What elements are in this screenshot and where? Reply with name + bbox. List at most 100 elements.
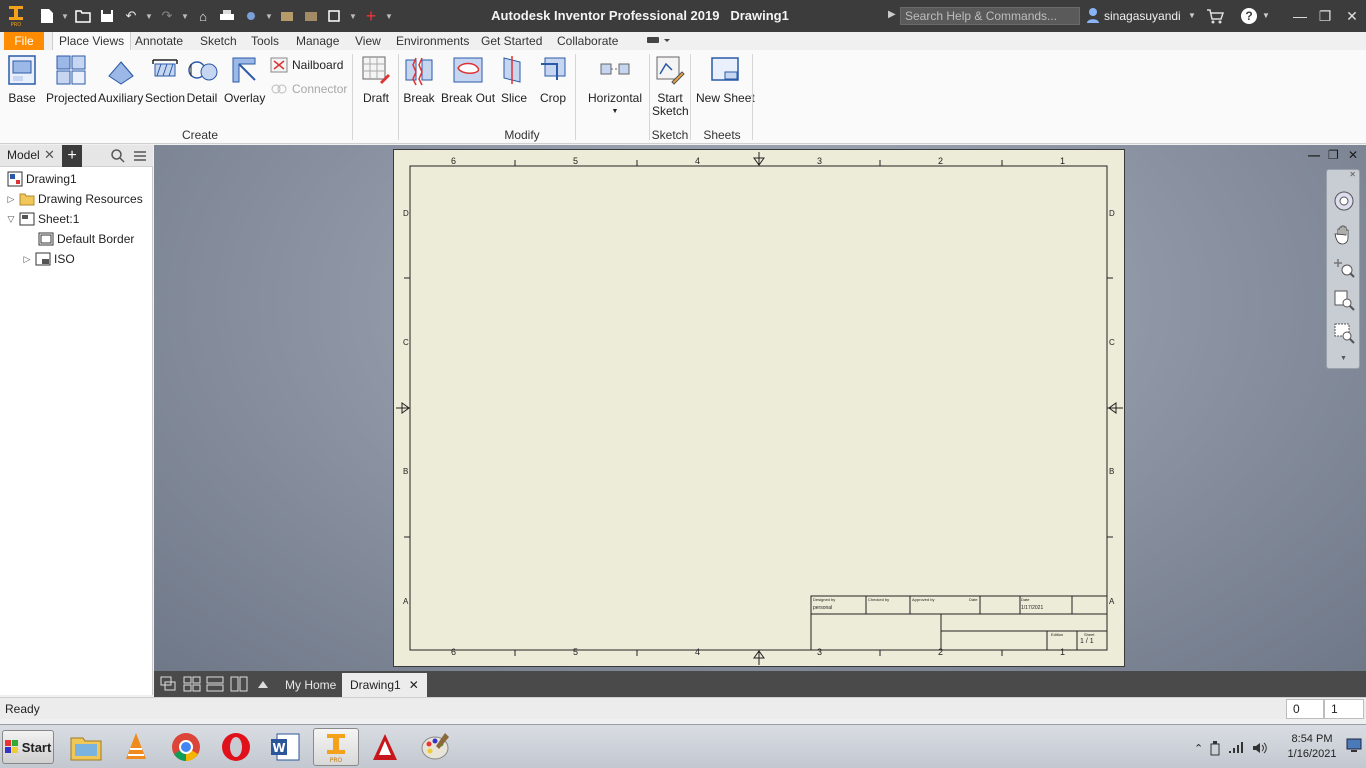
new-sheet-button[interactable]: New Sheet [696,54,755,105]
close-icon[interactable]: ✕ [1349,170,1356,179]
auxiliary-view-button[interactable]: Auxiliary [98,54,143,105]
tile-horizontal-icon[interactable] [206,676,224,692]
parameters-icon[interactable] [300,6,322,26]
close-icon[interactable]: ✕ [1348,148,1358,162]
taskbar-file-explorer[interactable] [63,728,109,766]
base-view-button[interactable]: Base [6,54,38,105]
search-input[interactable]: Search Help & Commands... [900,7,1080,25]
taskbar-inventor[interactable]: PRO [313,728,359,766]
measure-icon[interactable] [324,6,346,26]
tile-vertical-icon[interactable] [230,676,248,692]
tab-tools[interactable]: Tools [245,32,285,50]
chevron-down-icon[interactable]: ▼ [1188,0,1196,32]
help-icon[interactable]: ? [1241,8,1257,24]
chevron-down-icon[interactable]: ▼ [612,105,619,118]
overlay-view-button[interactable]: Overlay [224,54,265,105]
material-icon[interactable] [276,6,298,26]
tab-collaborate[interactable]: Collaborate [551,32,624,50]
chevron-down-icon[interactable]: ▼ [348,6,358,26]
restore-icon[interactable]: ❐ [1311,0,1339,32]
zoom-all-icon[interactable] [1333,289,1355,311]
ribbon-display-toggle[interactable] [640,32,678,50]
open-folder-icon[interactable] [72,6,94,26]
tab-sketch[interactable]: Sketch [194,32,243,50]
horizontal-button[interactable]: Horizontal ▼ [588,54,642,118]
zoom-window-icon[interactable] [1333,322,1355,344]
volume-icon[interactable] [1251,741,1269,755]
redo-icon[interactable]: ↷ [156,6,178,26]
detail-view-button[interactable]: Detail [186,54,218,105]
chevron-down-icon[interactable]: ▼ [384,6,394,26]
save-icon[interactable] [96,6,118,26]
tree-item-sheet[interactable]: ▽ Sheet:1 [6,209,80,229]
tree-item-iso[interactable]: ▷ ISO [22,249,75,269]
add-browser-tab-icon[interactable]: + [62,145,82,167]
document-list-icon[interactable] [254,676,272,692]
tab-environments[interactable]: Environments [390,32,475,50]
taskbar-chrome[interactable] [163,728,209,766]
graphics-window[interactable]: — ❐ ✕ 6 5 4 3 2 1 6 5 4 3 2 1 D C B A D … [154,145,1366,671]
minimize-icon[interactable]: — [1286,0,1314,32]
tab-manage[interactable]: Manage [290,32,345,50]
chevron-down-icon[interactable]: ▼ [1340,355,1347,362]
user-icon[interactable] [1086,7,1100,23]
taskbar-word[interactable]: W [262,728,308,766]
search-icon[interactable] [110,148,126,164]
chevron-down-icon[interactable]: ▽ [6,214,16,225]
chevron-right-icon[interactable]: ▷ [22,254,32,265]
crop-button[interactable]: Crop [537,54,569,105]
zoom-icon[interactable] [1333,256,1355,278]
taskbar-paint[interactable] [412,728,458,766]
new-file-icon[interactable] [36,6,58,26]
project-icon[interactable]: + [360,6,382,26]
projected-view-button[interactable]: Projected [46,54,97,105]
home-icon[interactable]: ⌂ [192,6,214,26]
taskbar-vlc[interactable] [113,728,159,766]
chevron-down-icon[interactable]: ▼ [264,6,274,26]
print-icon[interactable] [216,6,238,26]
taskbar-opera[interactable] [213,728,259,766]
tab-annotate[interactable]: Annotate [129,32,189,50]
start-sketch-button[interactable]: Start Sketch [652,54,689,118]
taskbar-clock[interactable]: 8:54 PM 1/16/2021 [1284,732,1340,762]
tree-item-drawing[interactable]: Drawing1 [4,169,77,189]
start-button[interactable]: Start [2,730,54,764]
chevron-right-icon[interactable]: ▶ [888,9,896,20]
close-icon[interactable]: ✕ [1338,0,1366,32]
drawing-sheet[interactable]: 6 5 4 3 2 1 6 5 4 3 2 1 D C B A D C B A … [393,149,1125,667]
usb-icon[interactable] [1209,740,1221,756]
appearance-icon[interactable] [240,6,262,26]
pan-icon[interactable] [1333,223,1355,245]
taskbar-autocad[interactable] [362,728,408,766]
close-icon[interactable]: ✕ [409,678,419,692]
inventor-logo-icon[interactable]: PRO [6,5,26,27]
break-out-button[interactable]: Break Out [441,54,495,105]
close-icon[interactable]: ✕ [44,147,55,163]
tab-place-views[interactable]: Place Views [52,32,132,50]
chevron-right-icon[interactable]: ▷ [6,194,16,205]
tab-view[interactable]: View [349,32,387,50]
tile-windows-icon[interactable] [183,676,201,692]
chevron-down-icon[interactable]: ▼ [60,6,70,26]
browser-tab-model[interactable]: Model [7,148,40,162]
steering-wheel-icon[interactable] [1333,190,1355,212]
nailboard-button[interactable]: Nailboard [270,57,343,73]
chevron-down-icon[interactable]: ▼ [180,6,190,26]
cascade-windows-icon[interactable] [160,676,178,692]
minimize-icon[interactable]: — [1308,148,1320,162]
doc-tab-my-home[interactable]: My Home [277,673,344,697]
doc-tab-drawing1[interactable]: Drawing1 ✕ [342,673,427,697]
break-button[interactable]: Break [403,54,435,105]
chevron-down-icon[interactable]: ▼ [144,6,154,26]
tab-file[interactable]: File [4,32,44,50]
menu-icon[interactable] [133,148,147,164]
tree-item-default-border[interactable]: Default Border [35,229,134,249]
restore-icon[interactable]: ❐ [1328,148,1339,162]
draft-view-button[interactable]: Draft [360,54,392,105]
connector-button[interactable]: Connector [270,81,347,97]
section-view-button[interactable]: Section [145,54,185,105]
slice-button[interactable]: Slice [498,54,530,105]
tree-item-drawing-resources[interactable]: ▷ Drawing Resources [6,189,143,209]
cart-icon[interactable] [1206,8,1224,24]
chevron-up-icon[interactable]: ⌃ [1194,742,1203,755]
